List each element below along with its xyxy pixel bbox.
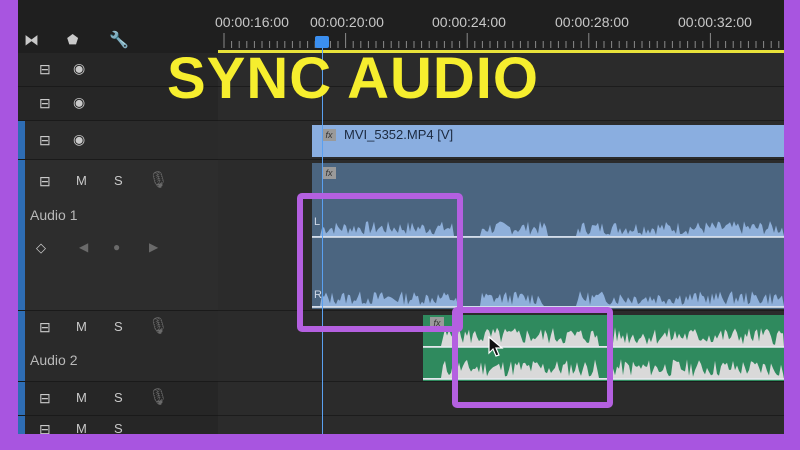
- mic-icon[interactable]: 🎙: [148, 387, 168, 407]
- next-keyframe-icon[interactable]: ▶: [149, 240, 158, 254]
- keyframe-icon[interactable]: ◇: [36, 240, 46, 256]
- prev-keyframe-icon[interactable]: ◀: [79, 240, 88, 254]
- solo-button[interactable]: S: [114, 390, 123, 405]
- track-name: Audio 1: [30, 207, 78, 223]
- headline-title: SYNC AUDIO: [167, 46, 539, 111]
- fx-badge[interactable]: fx: [322, 129, 336, 141]
- film-icon[interactable]: ⊟: [39, 390, 51, 407]
- mute-button[interactable]: M: [76, 390, 87, 405]
- eye-icon[interactable]: ◉: [73, 131, 85, 148]
- track-target-indicator[interactable]: [18, 121, 25, 159]
- eye-icon[interactable]: ◉: [73, 60, 85, 77]
- track-name: Audio 2: [30, 352, 78, 368]
- video-clip[interactable]: fx MVI_5352.MP4 [V]: [312, 125, 784, 157]
- film-icon[interactable]: ⊟: [39, 421, 51, 434]
- track-header-a3: ⊟ M S 🎙: [18, 382, 218, 416]
- film-icon[interactable]: ⊟: [39, 61, 51, 78]
- timecode-label: 00:00:32:00: [678, 14, 752, 30]
- film-icon[interactable]: ⊟: [39, 319, 51, 336]
- film-icon[interactable]: ⊟: [39, 173, 51, 190]
- timecode-label: 00:00:28:00: [555, 14, 629, 30]
- snap-icon[interactable]: ⧓: [24, 31, 39, 49]
- solo-button[interactable]: S: [114, 173, 123, 188]
- mute-button[interactable]: M: [76, 421, 87, 434]
- wrench-icon[interactable]: 🔧: [109, 30, 129, 50]
- track-header-v1: ⊟ ◉: [18, 121, 218, 160]
- track-header-a2: ⊟ M S 🎙 Audio 2: [18, 311, 218, 382]
- solo-button[interactable]: S: [114, 319, 123, 334]
- timecode-label: 00:00:24:00: [432, 14, 506, 30]
- track-header-a1: ⊟ M S 🎙 Audio 1 ◇ ◀ ● ▶: [18, 160, 218, 311]
- solo-button[interactable]: S: [114, 421, 123, 434]
- track-target-indicator[interactable]: [18, 160, 25, 310]
- highlight-box-audio1: [297, 193, 463, 332]
- track-header-a4: ⊟ M S: [18, 416, 218, 434]
- track-target-indicator[interactable]: [18, 311, 25, 381]
- mic-icon[interactable]: 🎙: [148, 316, 168, 336]
- marker-icon[interactable]: ⬟: [67, 32, 78, 48]
- film-icon[interactable]: ⊟: [39, 95, 51, 112]
- timecode-label: 00:00:16:00: [215, 14, 289, 30]
- mic-icon[interactable]: 🎙: [148, 170, 168, 190]
- track-target-indicator[interactable]: [18, 416, 25, 434]
- eye-icon[interactable]: ◉: [73, 94, 85, 111]
- highlight-box-audio2: [452, 307, 613, 408]
- mute-button[interactable]: M: [76, 319, 87, 334]
- track-target-indicator[interactable]: [18, 382, 25, 415]
- add-keyframe-icon[interactable]: ●: [113, 240, 120, 254]
- timecode-label: 00:00:20:00: [310, 14, 384, 30]
- mute-button[interactable]: M: [76, 173, 87, 188]
- clip-name: MVI_5352.MP4 [V]: [344, 127, 454, 142]
- film-icon[interactable]: ⊟: [39, 132, 51, 149]
